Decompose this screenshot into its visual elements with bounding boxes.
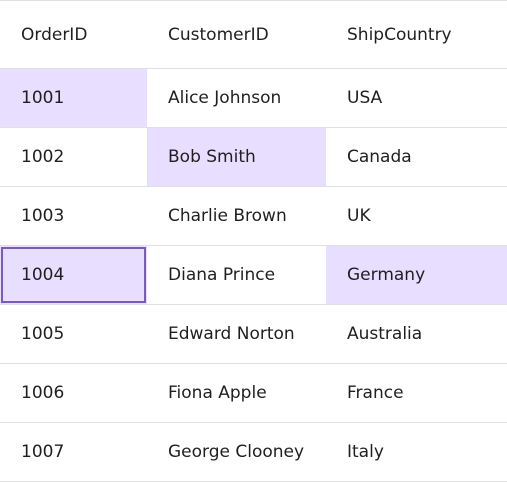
header-row: OrderID CustomerID ShipCountry [0, 1, 507, 69]
cell-shipcountry[interactable]: Canada [326, 128, 507, 186]
cell-shipcountry[interactable]: USA [326, 69, 507, 127]
cell-customerid[interactable]: Edward Norton [147, 305, 326, 363]
cell-orderid[interactable]: 1006 [0, 364, 147, 422]
cell-shipcountry[interactable]: France [326, 364, 507, 422]
cell-customerid[interactable]: George Clooney [147, 423, 326, 481]
cell-shipcountry[interactable]: Australia [326, 305, 507, 363]
cell-orderid[interactable]: 1003 [0, 187, 147, 245]
cell-shipcountry[interactable]: UK [326, 187, 507, 245]
table-row[interactable]: 1004 Diana Prince Germany [0, 246, 507, 305]
cell-orderid[interactable]: 1001 [0, 69, 147, 127]
table-row[interactable]: 1003 Charlie Brown UK [0, 187, 507, 246]
table-row[interactable]: 1002 Bob Smith Canada [0, 128, 507, 187]
cell-customerid[interactable]: Diana Prince [147, 246, 326, 304]
cell-customerid[interactable]: Fiona Apple [147, 364, 326, 422]
column-header-customerid[interactable]: CustomerID [147, 1, 326, 68]
cell-orderid[interactable]: 1005 [0, 305, 147, 363]
table-row[interactable]: 1005 Edward Norton Australia [0, 305, 507, 364]
cell-customerid[interactable]: Charlie Brown [147, 187, 326, 245]
cell-orderid[interactable]: 1004 [0, 246, 147, 304]
table-row[interactable]: 1001 Alice Johnson USA [0, 69, 507, 128]
cell-orderid[interactable]: 1002 [0, 128, 147, 186]
cell-customerid[interactable]: Bob Smith [147, 128, 326, 186]
cell-shipcountry[interactable]: Italy [326, 423, 507, 481]
table-row[interactable]: 1006 Fiona Apple France [0, 364, 507, 423]
cell-shipcountry[interactable]: Germany [326, 246, 507, 304]
table-row[interactable]: 1007 George Clooney Italy [0, 423, 507, 482]
cell-customerid[interactable]: Alice Johnson [147, 69, 326, 127]
cell-orderid[interactable]: 1007 [0, 423, 147, 481]
column-header-orderid[interactable]: OrderID [0, 1, 147, 68]
data-grid: OrderID CustomerID ShipCountry 1001 Alic… [0, 0, 507, 482]
column-header-shipcountry[interactable]: ShipCountry [326, 1, 507, 68]
